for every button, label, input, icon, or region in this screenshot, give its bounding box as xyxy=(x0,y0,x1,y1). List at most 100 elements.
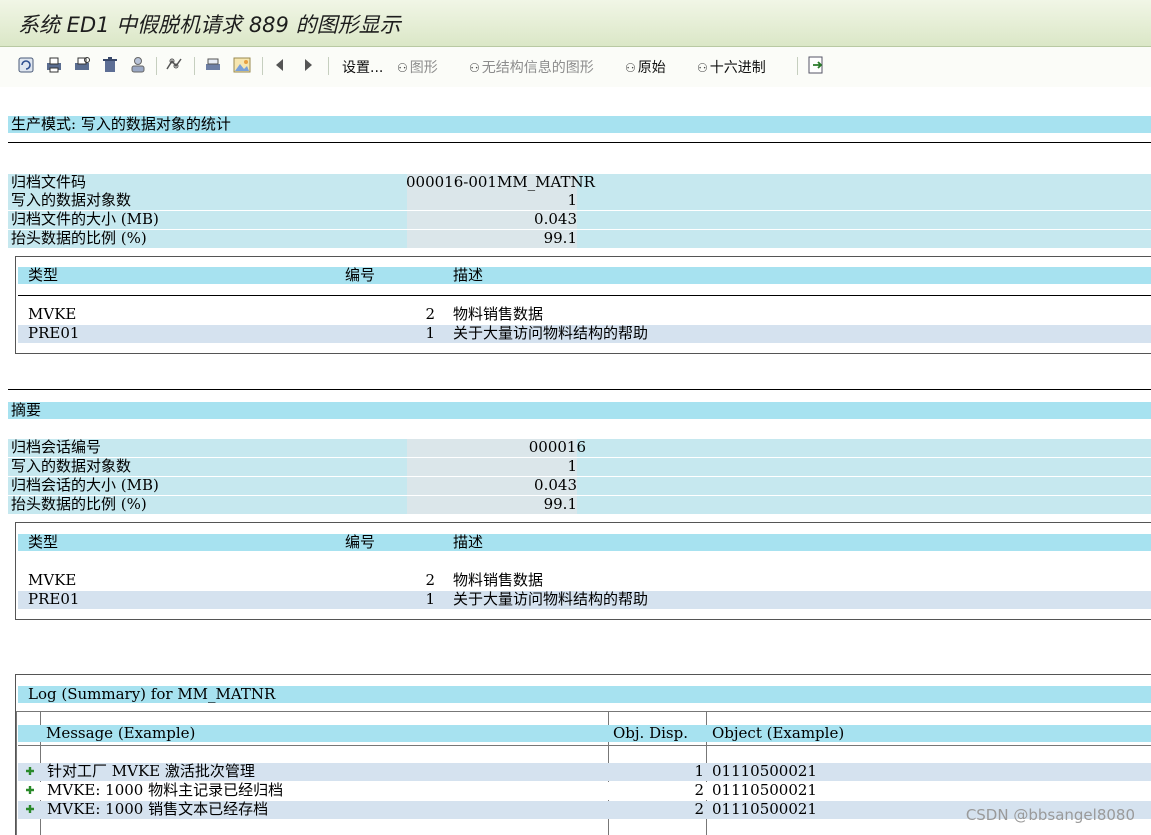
next-icon[interactable] xyxy=(298,55,318,75)
cell-disp: 2 xyxy=(694,781,704,799)
field-value: 000016-001MM_MATNR xyxy=(406,173,595,191)
field-row: 写入的数据对象数 1 xyxy=(8,192,1151,210)
original-button[interactable]: ⚇ 原始 xyxy=(625,57,666,77)
cell-number: 2 xyxy=(425,305,435,323)
field-value: 1 xyxy=(567,191,577,209)
graphic-icon: ⚇ xyxy=(697,61,708,75)
print-preview-icon[interactable] xyxy=(72,55,92,75)
hex-button[interactable]: ⚇ 十六进制 xyxy=(697,57,766,77)
cell-object: 01110500021 xyxy=(712,781,817,799)
section-header-band: 生产模式: 写入的数据对象的统计 xyxy=(8,116,1151,133)
cell-desc: 关于大量访问物料结构的帮助 xyxy=(453,324,649,342)
log-row[interactable]: 针对工厂 MVKE 激活批次管理 1 01110500021 xyxy=(18,763,1151,781)
user-icon[interactable] xyxy=(128,55,148,75)
cell-number: 1 xyxy=(425,324,435,342)
table-header: 类型 编号 描述 xyxy=(18,534,1151,551)
graphic-display-icon[interactable] xyxy=(164,55,184,75)
cell-desc: 物料销售数据 xyxy=(453,571,544,589)
column-header-type: 类型 xyxy=(28,266,59,284)
cell-desc: 关于大量访问物料结构的帮助 xyxy=(453,590,649,608)
cell-type: MVKE xyxy=(28,571,77,589)
cell-message: 针对工厂 MVKE 激活批次管理 xyxy=(47,762,255,780)
expand-icon[interactable] xyxy=(25,804,35,814)
cell-object: 01110500021 xyxy=(712,762,817,780)
log-title-band: Log (Summary) for MM_MATNR xyxy=(18,686,1151,703)
column-header-disp: Obj. Disp. xyxy=(613,724,688,742)
cell-disp: 2 xyxy=(694,800,704,818)
cell-object: 01110500021 xyxy=(712,800,817,818)
field-value: 99.1 xyxy=(543,229,577,247)
divider xyxy=(16,711,1151,712)
toolbar-separator xyxy=(797,57,798,75)
divider xyxy=(8,389,1151,390)
column-header-type: 类型 xyxy=(28,533,59,551)
cell-number: 1 xyxy=(425,590,435,608)
expand-icon[interactable] xyxy=(25,785,35,795)
type-table: 类型 编号 描述 MVKE 2 物料销售数据 PRE01 1 关于大量访问物料结… xyxy=(15,522,1151,620)
field-row: 归档文件码 000016-001MM_MATNR xyxy=(8,174,1151,192)
cell-type: PRE01 xyxy=(28,590,80,608)
table-header: 类型 编号 描述 xyxy=(18,267,1151,284)
printer-icon[interactable] xyxy=(203,55,223,75)
graphic-button[interactable]: ⚇ 图形 xyxy=(397,57,438,77)
toolbar-separator xyxy=(194,57,195,75)
divider xyxy=(8,142,1151,143)
field-label: 归档文件的大小 (MB) xyxy=(11,210,159,228)
window-title-bar: 系统 ED1 中假脱机请求 889 的图形显示 xyxy=(0,0,1151,47)
expand-icon[interactable] xyxy=(25,766,35,776)
field-row: 归档会话编号 000016 xyxy=(8,439,1151,457)
field-label: 写入的数据对象数 xyxy=(11,191,132,209)
print-icon[interactable] xyxy=(44,55,64,75)
cell-number: 2 xyxy=(425,571,435,589)
field-label: 归档会话的大小 (MB) xyxy=(11,476,159,494)
column-header-desc: 描述 xyxy=(453,266,484,284)
table-row: PRE01 1 关于大量访问物料结构的帮助 xyxy=(18,591,1151,609)
field-value-bg xyxy=(407,192,577,210)
column-header-desc: 描述 xyxy=(453,533,484,551)
previous-icon[interactable] xyxy=(270,55,290,75)
field-label: 归档会话编号 xyxy=(11,438,102,456)
column-header-message: Message (Example) xyxy=(46,724,196,742)
refresh-icon[interactable] xyxy=(16,55,36,75)
cell-disp: 1 xyxy=(694,762,704,780)
type-table: 类型 编号 描述 MVKE 2 物料销售数据 PRE01 1 关于大量访问物料结… xyxy=(15,256,1151,354)
settings-button[interactable]: 设置... xyxy=(342,57,383,77)
field-row: 归档文件的大小 (MB) 0.043 xyxy=(8,211,1151,229)
delete-icon[interactable] xyxy=(100,55,120,75)
cell-message: MVKE: 1000 物料主记录已经归档 xyxy=(47,781,284,799)
field-value: 1 xyxy=(567,457,577,475)
field-label: 抬头数据的比例 (%) xyxy=(11,229,147,247)
toolbar-separator xyxy=(156,57,157,75)
column-header-number: 编号 xyxy=(345,266,376,284)
landscape-image-icon[interactable] xyxy=(232,55,252,75)
field-row: 抬头数据的比例 (%) 99.1 xyxy=(8,496,1151,514)
field-value: 99.1 xyxy=(543,495,577,513)
grid-line xyxy=(16,711,17,835)
hex-button-label: 十六进制 xyxy=(709,60,766,76)
window-title: 系统 ED1 中假脱机请求 889 的图形显示 xyxy=(18,13,401,37)
log-title: Log (Summary) for MM_MATNR xyxy=(28,685,276,703)
graphic-icon: ⚇ xyxy=(397,61,408,75)
cell-desc: 物料销售数据 xyxy=(453,305,544,323)
table-row: MVKE 2 物料销售数据 xyxy=(18,572,1151,590)
field-label: 归档文件码 xyxy=(11,173,87,191)
table-row: MVKE 2 物料销售数据 xyxy=(18,306,1151,324)
field-value: 000016 xyxy=(528,438,586,456)
export-icon[interactable] xyxy=(806,55,826,75)
graphic-icon: ⚇ xyxy=(469,61,480,75)
log-header-row: Message (Example) Obj. Disp. Object (Exa… xyxy=(18,725,1151,742)
cell-type: PRE01 xyxy=(28,324,80,342)
unstructured-graphic-button[interactable]: ⚇ 无结构信息的图形 xyxy=(469,57,594,77)
table-row: PRE01 1 关于大量访问物料结构的帮助 xyxy=(18,325,1151,343)
column-header-object: Object (Example) xyxy=(712,724,845,742)
toolbar-separator xyxy=(262,57,263,75)
original-button-label: 原始 xyxy=(637,60,666,76)
graphic-icon: ⚇ xyxy=(625,61,636,75)
log-row[interactable]: MVKE: 1000 物料主记录已经归档 2 01110500021 xyxy=(18,782,1151,800)
cell-type: MVKE xyxy=(28,305,77,323)
section-header-band: 摘要 xyxy=(8,402,1151,419)
divider xyxy=(18,745,1151,746)
column-header-number: 编号 xyxy=(345,533,376,551)
section-header: 摘要 xyxy=(11,401,42,419)
unstructured-graphic-button-label: 无结构信息的图形 xyxy=(481,60,594,76)
